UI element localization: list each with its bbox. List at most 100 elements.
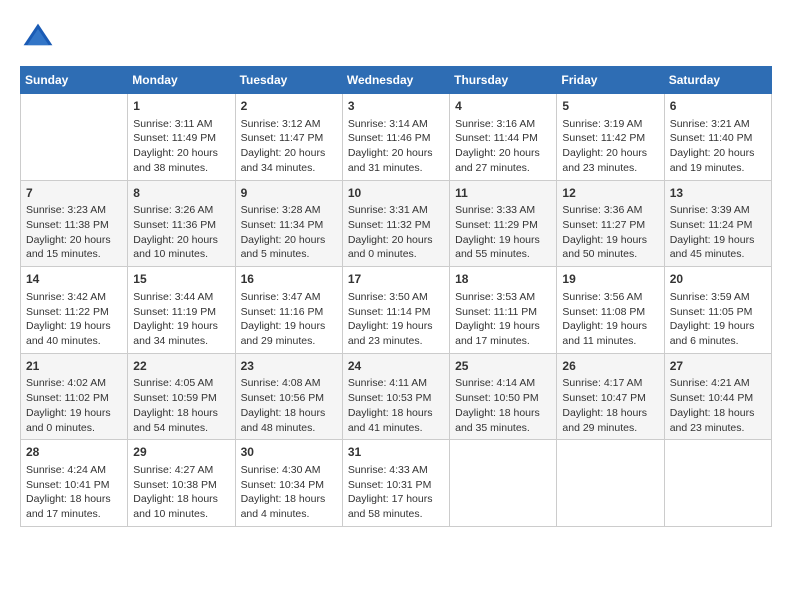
day-info: Sunrise: 4:17 AM Sunset: 10:47 PM Daylig… bbox=[562, 376, 658, 435]
calendar-cell: 31 Sunrise: 4:33 AM Sunset: 10:31 PM Dayl… bbox=[342, 440, 449, 527]
day-number: 17 bbox=[348, 271, 444, 288]
day-info: Sunrise: 3:11 AM Sunset: 11:49 PM Daylig… bbox=[133, 117, 229, 176]
day-number: 10 bbox=[348, 185, 444, 202]
day-info: Sunrise: 3:56 AM Sunset: 11:08 PM Daylig… bbox=[562, 290, 658, 349]
calendar-week-row: 28 Sunrise: 4:24 AM Sunset: 10:41 PM Dayl… bbox=[21, 440, 772, 527]
day-number: 28 bbox=[26, 444, 122, 461]
calendar-cell: 19 Sunrise: 3:56 AM Sunset: 11:08 PM Dayl… bbox=[557, 267, 664, 354]
day-info: Sunrise: 4:08 AM Sunset: 10:56 PM Daylig… bbox=[241, 376, 337, 435]
calendar-cell: 26Sunrise: 4:17 AM Sunset: 10:47 PM Dayl… bbox=[557, 353, 664, 440]
day-number: 5 bbox=[562, 98, 658, 115]
day-info: Sunrise: 3:47 AM Sunset: 11:16 PM Daylig… bbox=[241, 290, 337, 349]
day-info: Sunrise: 3:23 AM Sunset: 11:38 PM Daylig… bbox=[26, 203, 122, 262]
day-number: 14 bbox=[26, 271, 122, 288]
day-number: 20 bbox=[670, 271, 766, 288]
day-info: Sunrise: 3:50 AM Sunset: 11:14 PM Daylig… bbox=[348, 290, 444, 349]
calendar-cell: 29 Sunrise: 4:27 AM Sunset: 10:38 PM Dayl… bbox=[128, 440, 235, 527]
day-number: 11 bbox=[455, 185, 551, 202]
day-info: Sunrise: 4:30 AM Sunset: 10:34 PM Daylig… bbox=[241, 463, 337, 522]
day-info: Sunrise: 3:44 AM Sunset: 11:19 PM Daylig… bbox=[133, 290, 229, 349]
calendar-cell: 8Sunrise: 3:26 AM Sunset: 11:36 PM Dayli… bbox=[128, 180, 235, 267]
calendar-cell: 12Sunrise: 3:36 AM Sunset: 11:27 PM Dayl… bbox=[557, 180, 664, 267]
day-info: Sunrise: 3:14 AM Sunset: 11:46 PM Daylig… bbox=[348, 117, 444, 176]
calendar-week-row: 14Sunrise: 3:42 AM Sunset: 11:22 PM Dayl… bbox=[21, 267, 772, 354]
day-number: 13 bbox=[670, 185, 766, 202]
day-info: Sunrise: 4:24 AM Sunset: 10:41 PM Daylig… bbox=[26, 463, 122, 522]
day-number: 7 bbox=[26, 185, 122, 202]
day-number: 27 bbox=[670, 358, 766, 375]
calendar-cell: 15 Sunrise: 3:44 AM Sunset: 11:19 PM Dayl… bbox=[128, 267, 235, 354]
calendar-cell: 4 Sunrise: 3:16 AM Sunset: 11:44 PM Dayli… bbox=[450, 94, 557, 181]
calendar-cell: 21Sunrise: 4:02 AM Sunset: 11:02 PM Dayl… bbox=[21, 353, 128, 440]
calendar-header-tuesday: Tuesday bbox=[235, 67, 342, 94]
day-number: 2 bbox=[241, 98, 337, 115]
day-info: Sunrise: 4:02 AM Sunset: 11:02 PM Daylig… bbox=[26, 376, 122, 435]
calendar-cell: 18 Sunrise: 3:53 AM Sunset: 11:11 PM Dayl… bbox=[450, 267, 557, 354]
day-info: Sunrise: 4:27 AM Sunset: 10:38 PM Daylig… bbox=[133, 463, 229, 522]
calendar-week-row: 1 Sunrise: 3:11 AM Sunset: 11:49 PM Dayli… bbox=[21, 94, 772, 181]
calendar-cell: 5 Sunrise: 3:19 AM Sunset: 11:42 PM Dayli… bbox=[557, 94, 664, 181]
logo-icon bbox=[20, 20, 56, 56]
calendar-header-row: SundayMondayTuesdayWednesdayThursdayFrid… bbox=[21, 67, 772, 94]
day-number: 26 bbox=[562, 358, 658, 375]
day-number: 21 bbox=[26, 358, 122, 375]
day-number: 9 bbox=[241, 185, 337, 202]
day-number: 16 bbox=[241, 271, 337, 288]
day-info: Sunrise: 3:16 AM Sunset: 11:44 PM Daylig… bbox=[455, 117, 551, 176]
calendar-week-row: 21Sunrise: 4:02 AM Sunset: 11:02 PM Dayl… bbox=[21, 353, 772, 440]
day-info: Sunrise: 3:33 AM Sunset: 11:29 PM Daylig… bbox=[455, 203, 551, 262]
day-info: Sunrise: 3:59 AM Sunset: 11:05 PM Daylig… bbox=[670, 290, 766, 349]
day-number: 18 bbox=[455, 271, 551, 288]
calendar-header-wednesday: Wednesday bbox=[342, 67, 449, 94]
calendar-cell: 28 Sunrise: 4:24 AM Sunset: 10:41 PM Dayl… bbox=[21, 440, 128, 527]
day-info: Sunrise: 4:21 AM Sunset: 10:44 PM Daylig… bbox=[670, 376, 766, 435]
calendar-header-friday: Friday bbox=[557, 67, 664, 94]
calendar-cell: 3 Sunrise: 3:14 AM Sunset: 11:46 PM Dayli… bbox=[342, 94, 449, 181]
calendar-cell bbox=[450, 440, 557, 527]
day-number: 19 bbox=[562, 271, 658, 288]
calendar-cell bbox=[664, 440, 771, 527]
day-number: 1 bbox=[133, 98, 229, 115]
day-info: Sunrise: 4:11 AM Sunset: 10:53 PM Daylig… bbox=[348, 376, 444, 435]
calendar-cell: 9Sunrise: 3:28 AM Sunset: 11:34 PM Dayli… bbox=[235, 180, 342, 267]
day-info: Sunrise: 3:36 AM Sunset: 11:27 PM Daylig… bbox=[562, 203, 658, 262]
calendar-cell: 24Sunrise: 4:11 AM Sunset: 10:53 PM Dayl… bbox=[342, 353, 449, 440]
calendar-header-sunday: Sunday bbox=[21, 67, 128, 94]
calendar-cell: 13Sunrise: 3:39 AM Sunset: 11:24 PM Dayl… bbox=[664, 180, 771, 267]
calendar-cell: 20 Sunrise: 3:59 AM Sunset: 11:05 PM Dayl… bbox=[664, 267, 771, 354]
calendar-cell: 6Sunrise: 3:21 AM Sunset: 11:40 PM Dayli… bbox=[664, 94, 771, 181]
day-number: 15 bbox=[133, 271, 229, 288]
calendar-cell: 1 Sunrise: 3:11 AM Sunset: 11:49 PM Dayli… bbox=[128, 94, 235, 181]
calendar-week-row: 7Sunrise: 3:23 AM Sunset: 11:38 PM Dayli… bbox=[21, 180, 772, 267]
day-info: Sunrise: 3:19 AM Sunset: 11:42 PM Daylig… bbox=[562, 117, 658, 176]
day-info: Sunrise: 3:53 AM Sunset: 11:11 PM Daylig… bbox=[455, 290, 551, 349]
calendar-cell: 27Sunrise: 4:21 AM Sunset: 10:44 PM Dayl… bbox=[664, 353, 771, 440]
calendar-cell: 25Sunrise: 4:14 AM Sunset: 10:50 PM Dayl… bbox=[450, 353, 557, 440]
day-info: Sunrise: 4:05 AM Sunset: 10:59 PM Daylig… bbox=[133, 376, 229, 435]
calendar-cell: 7Sunrise: 3:23 AM Sunset: 11:38 PM Dayli… bbox=[21, 180, 128, 267]
day-number: 25 bbox=[455, 358, 551, 375]
day-info: Sunrise: 3:31 AM Sunset: 11:32 PM Daylig… bbox=[348, 203, 444, 262]
calendar-header-monday: Monday bbox=[128, 67, 235, 94]
day-number: 30 bbox=[241, 444, 337, 461]
day-number: 22 bbox=[133, 358, 229, 375]
day-number: 23 bbox=[241, 358, 337, 375]
calendar-cell: 2 Sunrise: 3:12 AM Sunset: 11:47 PM Dayli… bbox=[235, 94, 342, 181]
day-info: Sunrise: 4:33 AM Sunset: 10:31 PM Daylig… bbox=[348, 463, 444, 522]
day-info: Sunrise: 4:14 AM Sunset: 10:50 PM Daylig… bbox=[455, 376, 551, 435]
day-number: 12 bbox=[562, 185, 658, 202]
calendar-cell: 30 Sunrise: 4:30 AM Sunset: 10:34 PM Dayl… bbox=[235, 440, 342, 527]
day-number: 3 bbox=[348, 98, 444, 115]
calendar-cell: 22Sunrise: 4:05 AM Sunset: 10:59 PM Dayl… bbox=[128, 353, 235, 440]
day-info: Sunrise: 3:28 AM Sunset: 11:34 PM Daylig… bbox=[241, 203, 337, 262]
day-number: 4 bbox=[455, 98, 551, 115]
calendar-header-thursday: Thursday bbox=[450, 67, 557, 94]
calendar-table: SundayMondayTuesdayWednesdayThursdayFrid… bbox=[20, 66, 772, 527]
day-number: 31 bbox=[348, 444, 444, 461]
day-number: 29 bbox=[133, 444, 229, 461]
calendar-header-saturday: Saturday bbox=[664, 67, 771, 94]
day-info: Sunrise: 3:21 AM Sunset: 11:40 PM Daylig… bbox=[670, 117, 766, 176]
day-info: Sunrise: 3:12 AM Sunset: 11:47 PM Daylig… bbox=[241, 117, 337, 176]
calendar-cell bbox=[21, 94, 128, 181]
calendar-cell: 10Sunrise: 3:31 AM Sunset: 11:32 PM Dayl… bbox=[342, 180, 449, 267]
